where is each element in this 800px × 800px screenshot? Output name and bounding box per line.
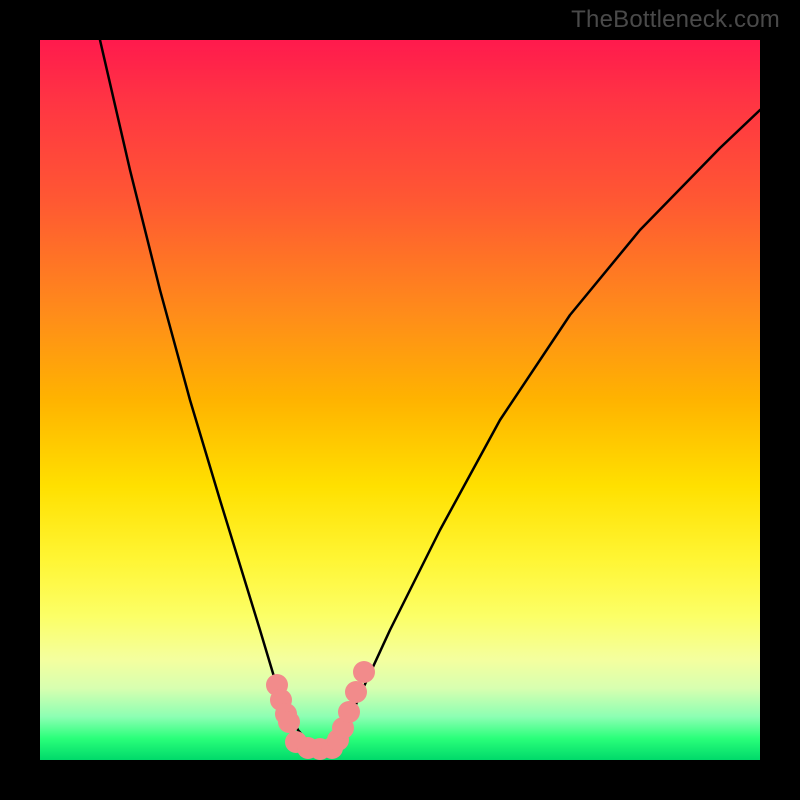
marker-dot	[278, 711, 300, 733]
marker-dot	[353, 661, 375, 683]
chart-area	[40, 40, 760, 760]
marker-dot	[338, 701, 360, 723]
bottleneck-curve	[100, 40, 760, 748]
marker-cluster	[266, 661, 375, 760]
chart-svg	[40, 40, 760, 760]
outer-frame: TheBottleneck.com	[0, 0, 800, 800]
marker-dot	[345, 681, 367, 703]
watermark-text: TheBottleneck.com	[571, 6, 780, 34]
